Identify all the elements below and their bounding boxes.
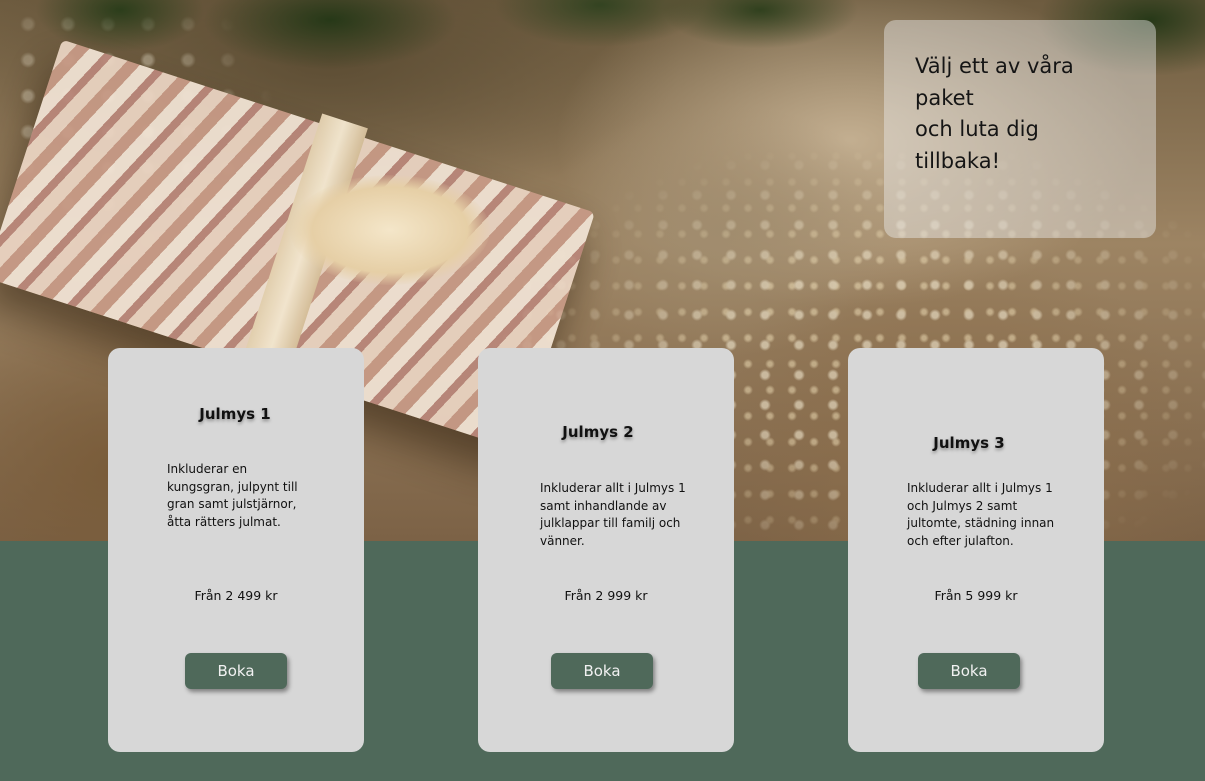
tagline-text: Välj ett av våra paket och luta dig till… [915, 54, 1074, 173]
package-card-julmys-3: Julmys 3 Inkluderar allt i Julmys 1 och … [848, 348, 1104, 752]
package-title: Julmys 1 [199, 405, 271, 423]
package-card-julmys-1: Julmys 1 Inkluderar en kungsgran, julpyn… [108, 348, 364, 752]
package-description: Inkluderar allt i Julmys 1 samt inhandla… [540, 481, 686, 548]
book-button[interactable]: Boka [185, 653, 287, 689]
package-description: Inkluderar en kungsgran, julpynt till gr… [167, 462, 298, 529]
package-price: Från 5 999 kr [934, 588, 1018, 603]
package-price: Från 2 999 kr [564, 588, 648, 603]
package-title: Julmys 2 [562, 423, 634, 441]
package-card-julmys-2: Julmys 2 Inkluderar allt i Julmys 1 samt… [478, 348, 734, 752]
book-button[interactable]: Boka [918, 653, 1020, 689]
tagline-box: Välj ett av våra paket och luta dig till… [884, 20, 1156, 238]
package-title: Julmys 3 [933, 434, 1005, 452]
book-button[interactable]: Boka [551, 653, 653, 689]
package-price: Från 2 499 kr [194, 588, 278, 603]
package-description: Inkluderar allt i Julmys 1 och Julmys 2 … [907, 481, 1055, 548]
